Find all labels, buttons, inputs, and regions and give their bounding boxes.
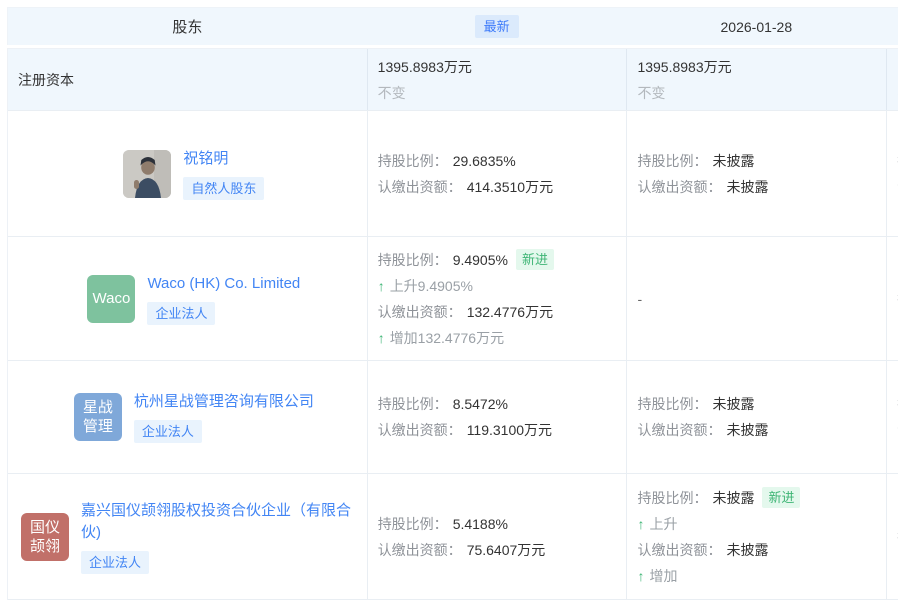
- shareholder-row: 祝铭明 自然人股东 持股比例：29.6835% 认缴出资额：414.3510万元…: [8, 111, 898, 237]
- latest-data-cell: 持股比例：29.6835% 认缴出资额：414.3510万元: [367, 111, 627, 236]
- ratio-label: 持股比例：: [378, 391, 448, 417]
- shareholder-row: Waco Waco (HK) Co. Limited 企业法人 持股比例： 9.…: [8, 237, 898, 361]
- amount-label: 认缴出资额：: [637, 537, 721, 563]
- ratio-value: 未披露: [712, 485, 754, 511]
- amount-value: 未披露: [726, 174, 768, 200]
- ratio-value: 未披露: [712, 148, 754, 174]
- company-avatar[interactable]: 星战 管理: [74, 393, 122, 441]
- ratio-value: 8.5472%: [453, 391, 508, 417]
- shareholder-type-tag: 企业法人: [134, 420, 202, 443]
- partial-data-cell: 持股比例： 认缴出资额：: [886, 111, 898, 236]
- up-arrow-icon: ↑: [637, 563, 644, 589]
- amount-change: 增加: [649, 563, 677, 589]
- avatar-text: 国仪: [30, 518, 60, 537]
- latest-data-cell: 持股比例：8.5472% 认缴出资额：119.3100万元: [367, 361, 627, 473]
- ratio-value: 5.4188%: [453, 511, 508, 537]
- ratio-label: 持股比例：: [378, 511, 448, 537]
- amount-value: 132.4776万元: [467, 299, 553, 325]
- ratio-label: 持股比例：: [378, 148, 448, 174]
- new-entry-badge: 新进: [516, 249, 554, 270]
- amount-label: 认缴出资额：: [637, 417, 721, 443]
- latest-column-header: 最新: [367, 8, 627, 45]
- shareholder-type-tag: 企业法人: [147, 302, 215, 325]
- ratio-change: 上升9.4905%: [390, 273, 473, 299]
- empty-dash: -: [637, 286, 886, 312]
- amount-value: 未披露: [726, 417, 768, 443]
- avatar-text: 星战: [83, 398, 113, 417]
- dated-data-cell: 持股比例：未披露 认缴出资额：未披露: [626, 361, 886, 473]
- up-arrow-icon: ↑: [378, 325, 385, 351]
- shareholder-name-cell: Waco Waco (HK) Co. Limited 企业法人: [8, 237, 367, 360]
- shareholder-name-cell: 国仪 颉翎 嘉兴国仪颉翎股权投资合伙企业（有限合伙) 企业法人: [8, 474, 367, 599]
- capital-partial-cell: 1395.8983万元 不变: [886, 49, 898, 110]
- up-arrow-icon: ↑: [378, 273, 385, 299]
- partial-data-cell: 持股比例：: [886, 474, 898, 599]
- amount-value: 414.3510万元: [467, 174, 553, 200]
- up-arrow-icon: ↑: [637, 511, 644, 537]
- shareholder-name-link[interactable]: 嘉兴国仪颉翎股权投资合伙企业（有限合伙): [81, 500, 367, 544]
- latest-data-cell: 持股比例： 9.4905% 新进 ↑上升9.4905% 认缴出资额：132.47…: [367, 237, 627, 360]
- ratio-value: 9.4905%: [453, 247, 508, 273]
- ratio-label: 持股比例：: [378, 247, 448, 273]
- shareholder-name-link[interactable]: 祝铭明: [183, 148, 228, 170]
- amount-label: 认缴出资额：: [378, 174, 462, 200]
- date-column-header: 2026-01-28: [626, 8, 886, 45]
- avatar-text: Waco: [93, 289, 131, 308]
- shareholder-name-link[interactable]: Waco (HK) Co. Limited: [147, 273, 300, 295]
- amount-value: 未披露: [726, 537, 768, 563]
- capital-change: 不变: [378, 80, 627, 106]
- person-photo-icon: [123, 150, 171, 198]
- amount-value: 119.3100万元: [467, 417, 552, 443]
- capital-value: 1395.8983万元: [637, 54, 886, 80]
- shareholder-row: 国仪 颉翎 嘉兴国仪颉翎股权投资合伙企业（有限合伙) 企业法人 持股比例：5.4…: [8, 474, 898, 600]
- person-avatar[interactable]: [123, 150, 171, 198]
- partial-data-cell: 持股比例：: [886, 237, 898, 360]
- amount-value: 75.6407万元: [467, 537, 546, 563]
- capital-dated-cell: 1395.8983万元 不变: [626, 49, 886, 110]
- ratio-label: 持股比例：: [637, 485, 707, 511]
- avatar-text: 管理: [83, 417, 113, 436]
- table-body: 注册资本 1395.8983万元 不变 1395.8983万元 不变 1395.…: [7, 48, 898, 600]
- latest-data-cell: 持股比例：5.4188% 认缴出资额：75.6407万元: [367, 474, 627, 599]
- shareholder-name-link[interactable]: 杭州星战管理咨询有限公司: [134, 391, 314, 413]
- ratio-value: 29.6835%: [453, 148, 516, 174]
- company-avatar[interactable]: 国仪 颉翎: [21, 513, 69, 561]
- dated-data-cell: -: [626, 237, 886, 360]
- ratio-label: 持股比例：: [637, 148, 707, 174]
- header-row: 股东 最新 2026-01-28: [7, 7, 898, 45]
- capital-value: 1395.8983万元: [378, 54, 627, 80]
- latest-badge: 最新: [475, 15, 519, 38]
- name-block: Waco (HK) Co. Limited 企业法人: [147, 273, 300, 325]
- shareholder-column-header: 股东: [8, 8, 367, 45]
- amount-label: 认缴出资额：: [378, 417, 462, 443]
- amount-label: 认缴出资额：: [378, 537, 462, 563]
- dated-data-cell: 持股比例： 未披露 新进 ↑上升 认缴出资额：未披露 ↑增加: [626, 474, 886, 599]
- name-block: 杭州星战管理咨询有限公司 企业法人: [134, 391, 314, 443]
- shareholder-type-tag: 自然人股东: [183, 177, 264, 200]
- new-entry-badge: 新进: [762, 487, 800, 508]
- name-block: 祝铭明 自然人股东: [183, 148, 264, 200]
- ratio-change: 上升: [649, 511, 677, 537]
- ratio-value: 未披露: [712, 391, 754, 417]
- capital-change: 不变: [637, 80, 886, 106]
- shareholder-row: 星战 管理 杭州星战管理咨询有限公司 企业法人 持股比例：8.5472% 认缴出…: [8, 361, 898, 474]
- amount-label: 认缴出资额：: [378, 299, 462, 325]
- partial-column-header: [886, 8, 898, 45]
- registered-capital-row: 注册资本 1395.8983万元 不变 1395.8983万元 不变 1395.…: [8, 49, 898, 111]
- partial-data-cell: 持股比例： 认缴出资额：: [886, 361, 898, 473]
- dated-data-cell: 持股比例：未披露 认缴出资额：未披露: [626, 111, 886, 236]
- shareholder-name-cell: 星战 管理 杭州星战管理咨询有限公司 企业法人: [8, 361, 367, 473]
- registered-capital-label: 注册资本: [8, 49, 367, 110]
- name-block: 嘉兴国仪颉翎股权投资合伙企业（有限合伙) 企业法人: [81, 500, 367, 574]
- amount-change: 增加132.4776万元: [390, 325, 504, 351]
- company-avatar[interactable]: Waco: [87, 275, 135, 323]
- amount-label: 认缴出资额：: [637, 174, 721, 200]
- avatar-text: 颉翎: [30, 537, 60, 556]
- shareholder-comparison-table: 股东 最新 2026-01-28 注册资本 1395.8983万元 不变 139…: [7, 7, 898, 600]
- shareholder-name-cell: 祝铭明 自然人股东: [8, 111, 367, 236]
- shareholder-type-tag: 企业法人: [81, 551, 149, 574]
- ratio-label: 持股比例：: [637, 391, 707, 417]
- capital-latest-cell: 1395.8983万元 不变: [367, 49, 627, 110]
- shareholder-comparison-page: { "header": { "shareholder_col": "股东", "…: [0, 0, 898, 602]
